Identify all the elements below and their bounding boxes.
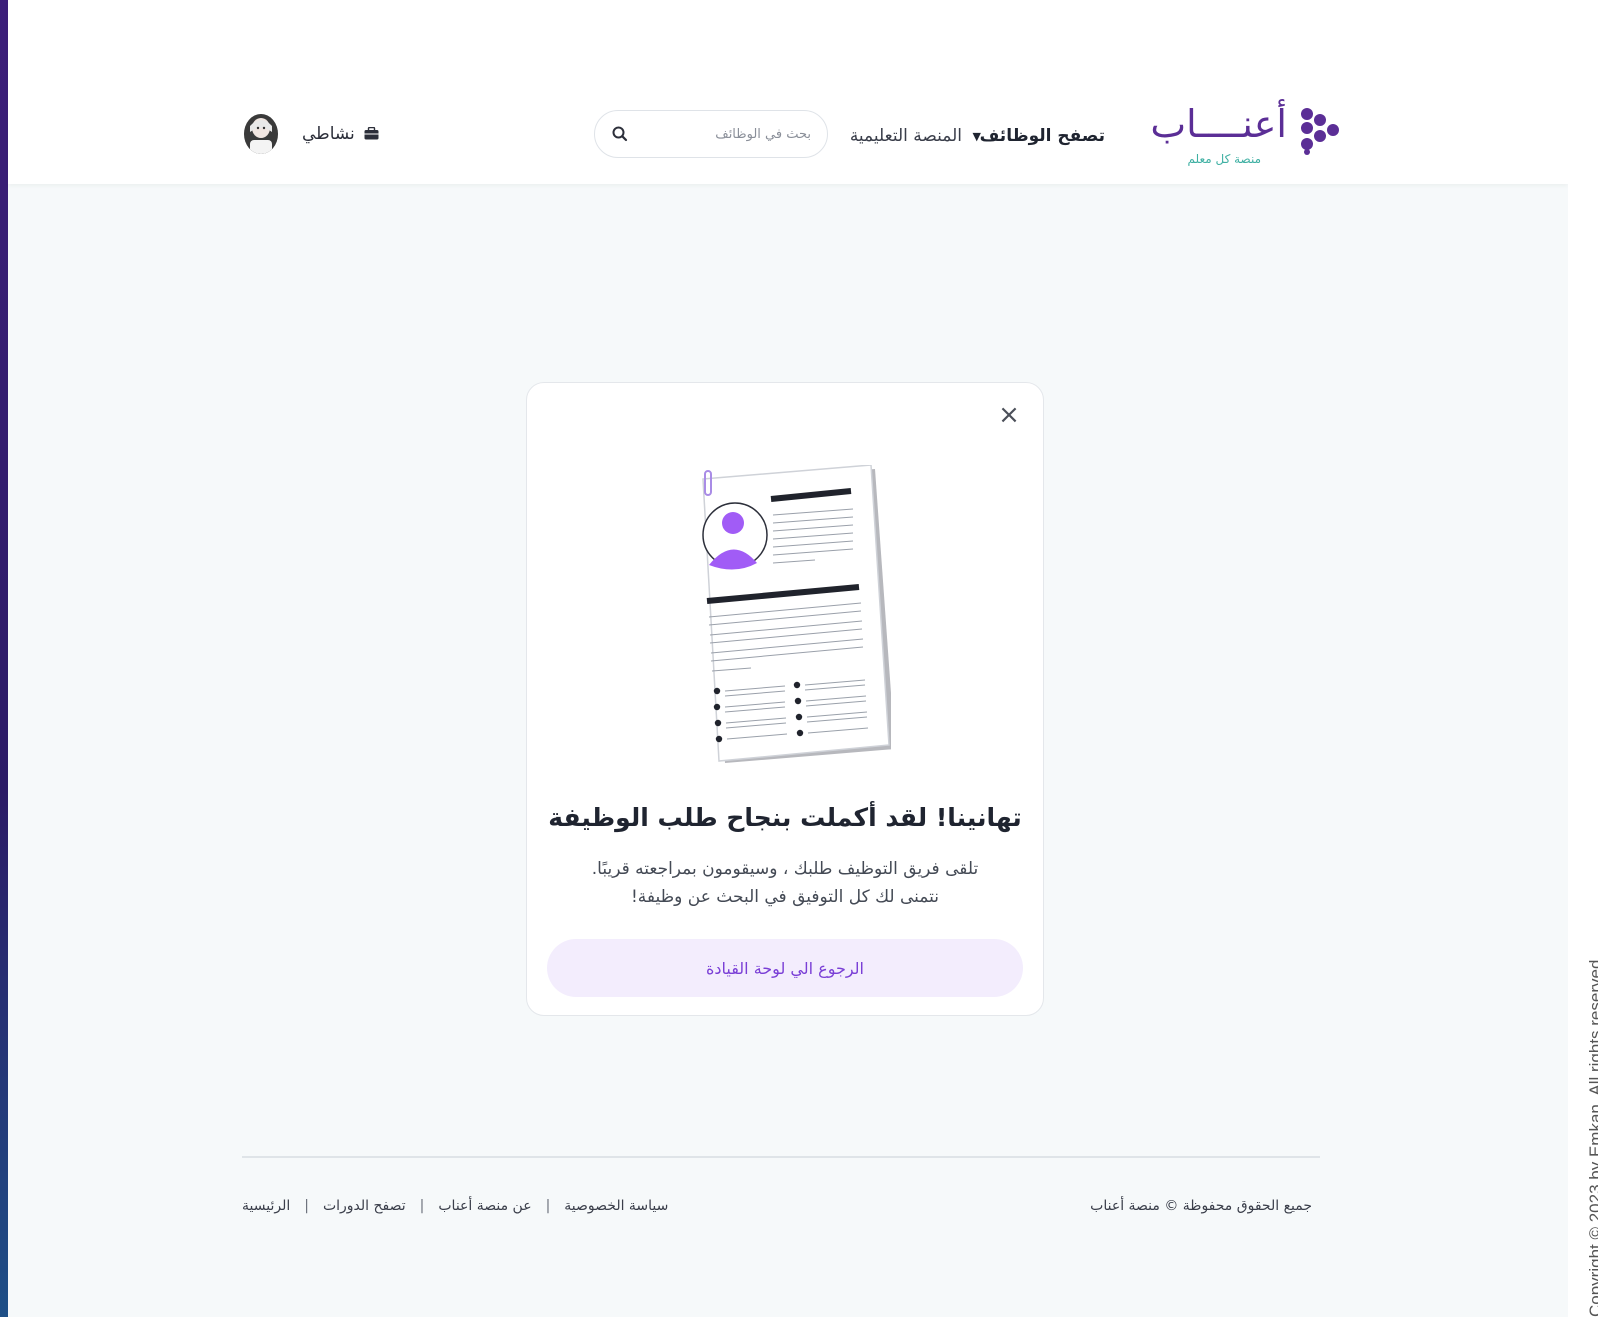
modal-message-line-1: تلقى فريق التوظيف طلبك ، وسيقومون بمراجع… — [591, 859, 979, 879]
modal-message-line-2: نتمنى لك كل التوفيق في البحث عن وظيفة! — [630, 887, 940, 907]
nav-learning-platform[interactable]: المنصة التعليمية — [850, 126, 962, 146]
briefcase-icon — [364, 127, 379, 140]
resume-illustration — [702, 465, 891, 763]
back-to-dashboard-button[interactable]: الرجوع الي لوحة القيادة — [547, 939, 1023, 997]
left-edge-strip — [0, 0, 8, 1317]
brand-tagline: منصة كل معلم — [1187, 152, 1262, 166]
footer-link-privacy[interactable]: سياسة الخصوصية — [564, 1198, 668, 1214]
footer-separator: | — [304, 1198, 309, 1214]
grape-logo-icon — [1301, 108, 1339, 155]
my-activity-link[interactable]: نشاطي — [302, 124, 379, 144]
avatar-image — [244, 114, 278, 154]
vertical-copyright: Copyright © 2023 by Emkan. All rights re… — [1586, 954, 1598, 1317]
right-edge-strip: Copyright © 2023 by Emkan. All rights re… — [1568, 0, 1598, 1317]
close-icon[interactable]: × — [997, 402, 1021, 428]
caret-down-icon[interactable]: ▼ — [973, 130, 981, 143]
main-nav: أعنــــاب منصة كل معلم تصفح الوظائف ▼ ال… — [8, 100, 1568, 170]
search-input[interactable] — [641, 123, 811, 145]
modal-title: تهانينا! لقد أكملت بنجاح طلب الوظيفة — [548, 803, 1022, 832]
brand-name: أعنــــاب — [1150, 102, 1287, 146]
footer-link-about[interactable]: عن منصة أعناب — [438, 1198, 531, 1214]
user-avatar[interactable] — [244, 114, 278, 154]
page: أعنــــاب منصة كل معلم تصفح الوظائف ▼ ال… — [8, 0, 1568, 1317]
footer-links: الرئيسية | تصفح الدورات | عن منصة أعناب … — [242, 1198, 668, 1214]
footer-separator: | — [419, 1198, 425, 1214]
search-icon[interactable] — [611, 125, 629, 143]
footer-link-home[interactable]: الرئيسية — [242, 1198, 290, 1214]
my-activity-label: نشاطي — [302, 124, 355, 144]
top-header: أعنــــاب منصة كل معلم تصفح الوظائف ▼ ال… — [8, 0, 1568, 184]
nav-browse-jobs[interactable]: تصفح الوظائف — [980, 126, 1105, 146]
footer-divider — [242, 1156, 1320, 1158]
footer-separator: | — [545, 1198, 551, 1214]
job-search-box[interactable] — [594, 110, 828, 158]
footer-link-courses[interactable]: تصفح الدورات — [323, 1198, 406, 1214]
footer-copyright: جميع الحقوق محفوظة © منصة أعناب — [1090, 1198, 1312, 1214]
success-modal: × تهانينا! لقد أكملت بنجاح طلب الوظيفة ت… — [526, 382, 1044, 1016]
brand-logo[interactable]: أعنــــاب منصة كل معلم — [1150, 102, 1343, 170]
